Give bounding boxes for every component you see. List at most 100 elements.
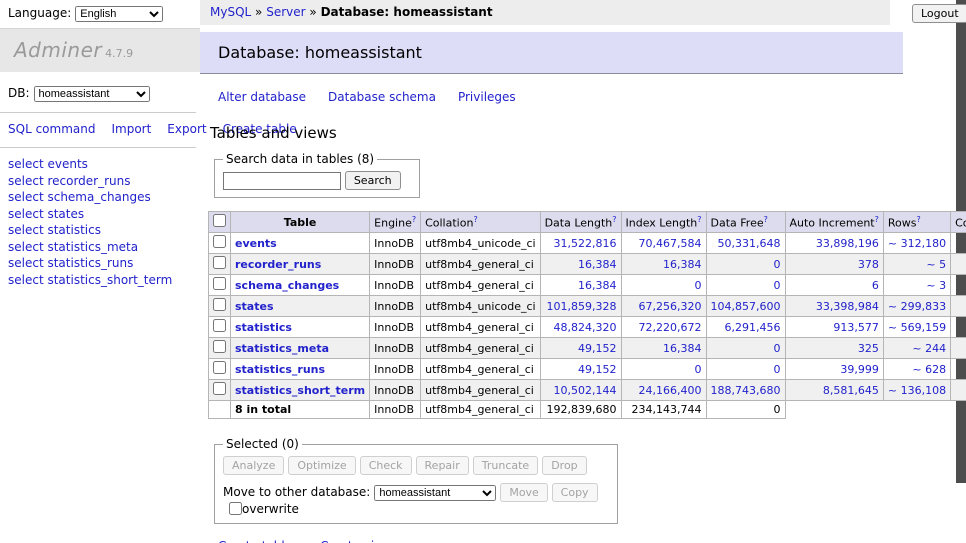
bulk-optimize-button[interactable]: Optimize xyxy=(288,456,355,475)
rows-count-link[interactable]: ~ 569,159 xyxy=(888,321,946,334)
search-input[interactable] xyxy=(223,172,341,190)
data-length-link[interactable]: 31,522,816 xyxy=(545,237,617,250)
breadcrumb-mysql-link[interactable]: MySQL xyxy=(210,5,251,19)
rows-count-link[interactable]: ~ 5 xyxy=(888,258,946,271)
rows-count-link[interactable]: ~ 312,180 xyxy=(888,237,946,250)
help-icon[interactable]: ? xyxy=(612,215,616,224)
row-checkbox[interactable] xyxy=(213,382,226,395)
sidebar-select-link[interactable]: select schema_changes xyxy=(8,190,151,204)
index-length-link[interactable]: 16,384 xyxy=(626,258,702,271)
sidebar-select-link[interactable]: select states xyxy=(8,207,84,221)
data-free-link[interactable]: 0 xyxy=(711,279,781,292)
database-schema-link[interactable]: Database schema xyxy=(328,90,436,104)
help-icon[interactable]: ? xyxy=(875,215,879,224)
bulk-repair-button[interactable]: Repair xyxy=(416,456,469,475)
row-checkbox[interactable] xyxy=(213,277,226,290)
table-row: statistics_meta InnoDB utf8mb4_general_c… xyxy=(209,338,966,359)
data-length-link[interactable]: 49,152 xyxy=(545,363,617,376)
data-length-link[interactable]: 101,859,328 xyxy=(545,300,617,313)
overwrite-checkbox[interactable] xyxy=(229,502,242,515)
create-table-link[interactable]: Create table xyxy=(218,539,292,543)
sidebar-select-link[interactable]: select events xyxy=(8,157,88,171)
data-length-link[interactable]: 16,384 xyxy=(545,279,617,292)
sidebar-select-link[interactable]: select statistics xyxy=(8,223,101,237)
rows-count-link[interactable]: ~ 136,108 xyxy=(888,384,946,397)
table-name-link[interactable]: schema_changes xyxy=(235,279,339,292)
sidebar-select-link[interactable]: select statistics_meta xyxy=(8,240,138,254)
row-checkbox[interactable] xyxy=(213,235,226,248)
row-checkbox[interactable] xyxy=(213,256,226,269)
index-length-link[interactable]: 72,220,672 xyxy=(626,321,702,334)
sidebar-select-link[interactable]: select recorder_runs xyxy=(8,174,131,188)
auto-increment-link[interactable]: 39,999 xyxy=(790,363,879,376)
index-length-link[interactable]: 70,467,584 xyxy=(626,237,702,250)
table-name-link[interactable]: events xyxy=(235,237,277,250)
data-free-link[interactable]: 0 xyxy=(711,342,781,355)
move-button[interactable]: Move xyxy=(500,483,548,502)
data-free-link[interactable]: 188,743,680 xyxy=(711,384,781,397)
table-name-link[interactable]: statistics xyxy=(235,321,292,334)
help-icon[interactable]: ? xyxy=(764,215,768,224)
table-name-link[interactable]: statistics_meta xyxy=(235,342,329,355)
index-length-link[interactable]: 67,256,320 xyxy=(626,300,702,313)
auto-increment-link[interactable]: 325 xyxy=(790,342,879,355)
data-length-link[interactable]: 48,824,320 xyxy=(545,321,617,334)
index-length-link[interactable]: 0 xyxy=(626,279,702,292)
bulk-analyze-button[interactable]: Analyze xyxy=(223,456,284,475)
search-button[interactable]: Search xyxy=(345,171,401,190)
auto-increment-link[interactable]: 33,898,196 xyxy=(790,237,879,250)
copy-button[interactable]: Copy xyxy=(552,483,598,502)
row-checkbox[interactable] xyxy=(213,319,226,332)
rows-count-link[interactable]: ~ 628 xyxy=(888,363,946,376)
breadcrumb-server-link[interactable]: Server xyxy=(266,5,305,19)
table-name-link[interactable]: states xyxy=(235,300,274,313)
language-select[interactable]: English xyxy=(75,6,163,22)
data-length-link[interactable]: 49,152 xyxy=(545,342,617,355)
help-icon[interactable]: ? xyxy=(697,215,701,224)
create-view-link[interactable]: Create view xyxy=(320,539,391,543)
auto-increment-link[interactable]: 8,581,645 xyxy=(790,384,879,397)
help-icon[interactable]: ? xyxy=(412,215,416,224)
index-length-cell: 16,384 xyxy=(621,338,706,359)
data-free-link[interactable]: 6,291,456 xyxy=(711,321,781,334)
data-free-link[interactable]: 50,331,648 xyxy=(711,237,781,250)
row-checkbox[interactable] xyxy=(213,361,226,374)
auto-increment-link[interactable]: 378 xyxy=(790,258,879,271)
index-length-link[interactable]: 16,384 xyxy=(626,342,702,355)
rows-count-link[interactable]: ~ 244 xyxy=(888,342,946,355)
comment-cell xyxy=(951,317,966,338)
data-free-link[interactable]: 0 xyxy=(711,363,781,376)
data-free-link[interactable]: 0 xyxy=(711,258,781,271)
table-name-link[interactable]: recorder_runs xyxy=(235,258,321,271)
index-length-link[interactable]: 24,166,400 xyxy=(626,384,702,397)
alter-database-link[interactable]: Alter database xyxy=(218,90,306,104)
auto-increment-link[interactable]: 913,577 xyxy=(790,321,879,334)
auto-increment-link[interactable]: 6 xyxy=(790,279,879,292)
db-select[interactable]: homeassistant xyxy=(34,86,150,102)
bulk-drop-button[interactable]: Drop xyxy=(542,456,586,475)
row-checkbox[interactable] xyxy=(213,340,226,353)
bulk-truncate-button[interactable]: Truncate xyxy=(473,456,538,475)
data-length-link[interactable]: 16,384 xyxy=(545,258,617,271)
help-icon[interactable]: ? xyxy=(473,215,477,224)
data-free-link[interactable]: 104,857,600 xyxy=(711,300,781,313)
sidebar-select-link[interactable]: select statistics_runs xyxy=(8,256,133,270)
index-length-link[interactable]: 0 xyxy=(626,363,702,376)
auto-increment-link[interactable]: 33,398,984 xyxy=(790,300,879,313)
bulk-check-button[interactable]: Check xyxy=(360,456,412,475)
data-length-link[interactable]: 10,502,144 xyxy=(545,384,617,397)
select-all-checkbox[interactable] xyxy=(213,214,226,227)
col-header-data-free: Data Free? xyxy=(706,212,785,233)
privileges-link[interactable]: Privileges xyxy=(458,90,516,104)
logout-button[interactable]: Logout xyxy=(912,4,966,23)
row-checkbox[interactable] xyxy=(213,298,226,311)
rows-count-link[interactable]: ~ 3 xyxy=(888,279,946,292)
sidebar-import-link[interactable]: Import xyxy=(111,122,151,136)
move-db-select[interactable]: homeassistant xyxy=(374,485,496,501)
table-name-link[interactable]: statistics_runs xyxy=(235,363,325,376)
sidebar-sql-command-link[interactable]: SQL command xyxy=(8,122,95,136)
table-name-link[interactable]: statistics_short_term xyxy=(235,384,365,397)
sidebar-select-link[interactable]: select statistics_short_term xyxy=(8,273,172,287)
rows-count-link[interactable]: ~ 299,833 xyxy=(888,300,946,313)
help-icon[interactable]: ? xyxy=(916,215,920,224)
